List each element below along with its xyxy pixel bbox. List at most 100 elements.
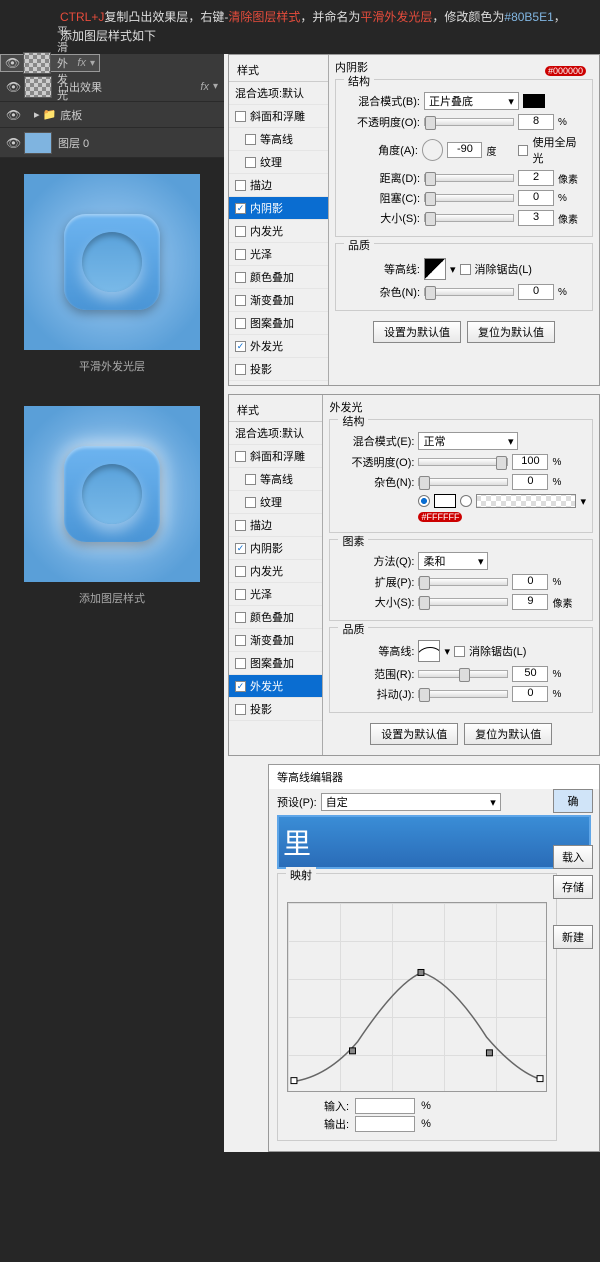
style-item-8[interactable]: 渐变叠加 bbox=[229, 289, 328, 312]
style-checkbox[interactable] bbox=[245, 497, 256, 508]
blend-mode-select[interactable]: 正片叠底▾ bbox=[424, 92, 519, 110]
gradient-picker[interactable] bbox=[476, 494, 576, 508]
noise-slider[interactable] bbox=[424, 288, 514, 296]
input-value[interactable] bbox=[355, 1098, 415, 1114]
angle-dial[interactable] bbox=[422, 139, 443, 161]
style-checkbox[interactable] bbox=[235, 318, 246, 329]
expand-icon[interactable]: ▾ bbox=[90, 58, 95, 69]
ok-button[interactable]: 确 bbox=[553, 789, 593, 813]
style-checkbox[interactable] bbox=[235, 589, 246, 600]
style-checkbox[interactable] bbox=[235, 111, 246, 122]
style-item-5[interactable]: 内发光 bbox=[229, 560, 322, 583]
style-checkbox[interactable] bbox=[235, 249, 246, 260]
distance-input[interactable]: 2 bbox=[518, 170, 554, 186]
antialias-checkbox[interactable] bbox=[460, 264, 471, 275]
style-checkbox[interactable] bbox=[235, 635, 246, 646]
opacity-slider[interactable] bbox=[424, 118, 514, 126]
choke-input[interactable]: 0 bbox=[518, 190, 554, 206]
contour-picker[interactable] bbox=[424, 258, 446, 280]
style-checkbox[interactable]: ✓ bbox=[235, 543, 246, 554]
output-value[interactable] bbox=[355, 1116, 415, 1132]
save-button[interactable]: 存储 bbox=[553, 875, 593, 899]
layer-row[interactable]: 👁 凸出效果 fx ▾ bbox=[0, 72, 224, 102]
style-item-8[interactable]: 渐变叠加 bbox=[229, 629, 322, 652]
opacity-input[interactable]: 100 bbox=[512, 454, 548, 470]
style-item-5[interactable]: 内发光 bbox=[229, 220, 328, 243]
noise-input[interactable]: 0 bbox=[518, 284, 554, 300]
size-slider[interactable] bbox=[424, 214, 514, 222]
range-input[interactable]: 50 bbox=[512, 666, 548, 682]
style-item-3[interactable]: 描边 bbox=[229, 174, 328, 197]
style-item-4[interactable]: ✓内阴影 bbox=[229, 197, 328, 220]
jitter-slider[interactable] bbox=[418, 690, 508, 698]
size-input[interactable]: 9 bbox=[512, 594, 548, 610]
style-item-9[interactable]: 图案叠加 bbox=[229, 652, 322, 675]
style-item-7[interactable]: 颜色叠加 bbox=[229, 266, 328, 289]
blending-options[interactable]: 混合选项:默认 bbox=[229, 82, 328, 105]
gradient-radio[interactable] bbox=[460, 495, 472, 507]
opacity-input[interactable]: 8 bbox=[518, 114, 554, 130]
distance-slider[interactable] bbox=[424, 174, 514, 182]
global-light-checkbox[interactable] bbox=[518, 145, 529, 156]
style-item-4[interactable]: ✓内阴影 bbox=[229, 537, 322, 560]
style-checkbox[interactable] bbox=[235, 180, 246, 191]
blend-mode-select[interactable]: 正常▾ bbox=[418, 432, 518, 450]
layer-folder[interactable]: 👁 ▸ 📁 底板 bbox=[0, 102, 224, 128]
style-checkbox[interactable] bbox=[235, 451, 246, 462]
style-checkbox[interactable]: ✓ bbox=[235, 681, 246, 692]
color-radio[interactable] bbox=[418, 495, 430, 507]
style-item-0[interactable]: 斜面和浮雕 bbox=[229, 105, 328, 128]
blending-options[interactable]: 混合选项:默认 bbox=[229, 422, 322, 445]
style-checkbox[interactable] bbox=[235, 295, 246, 306]
style-item-6[interactable]: 光泽 bbox=[229, 583, 322, 606]
load-button[interactable]: 载入 bbox=[553, 845, 593, 869]
style-checkbox[interactable] bbox=[235, 520, 246, 531]
style-checkbox[interactable] bbox=[245, 134, 256, 145]
style-item-11[interactable]: 投影 bbox=[229, 358, 328, 381]
style-checkbox[interactable] bbox=[235, 704, 246, 715]
style-item-7[interactable]: 颜色叠加 bbox=[229, 606, 322, 629]
expand-icon[interactable]: ▾ bbox=[213, 81, 218, 92]
noise-input[interactable]: 0 bbox=[512, 474, 548, 490]
style-item-10[interactable]: ✓外发光 bbox=[229, 335, 328, 358]
color-swatch[interactable] bbox=[523, 94, 545, 108]
visibility-icon[interactable]: 👁 bbox=[6, 80, 24, 94]
style-item-11[interactable]: 投影 bbox=[229, 698, 322, 721]
new-button[interactable]: 新建 bbox=[553, 925, 593, 949]
style-item-2[interactable]: 纹理 bbox=[229, 491, 322, 514]
size-input[interactable]: 3 bbox=[518, 210, 554, 226]
range-slider[interactable] bbox=[418, 670, 508, 678]
visibility-icon[interactable]: 👁 bbox=[6, 108, 24, 122]
set-default-button[interactable]: 设置为默认值 bbox=[373, 321, 461, 343]
glow-color-swatch[interactable] bbox=[434, 494, 456, 508]
style-item-6[interactable]: 光泽 bbox=[229, 243, 328, 266]
jitter-input[interactable]: 0 bbox=[512, 686, 548, 702]
style-item-3[interactable]: 描边 bbox=[229, 514, 322, 537]
layer-row[interactable]: 👁 图层 0 bbox=[0, 128, 224, 158]
noise-slider[interactable] bbox=[418, 478, 508, 486]
choke-slider[interactable] bbox=[424, 194, 514, 202]
visibility-icon[interactable]: 👁 bbox=[5, 56, 23, 70]
style-item-2[interactable]: 纹理 bbox=[229, 151, 328, 174]
style-item-1[interactable]: 等高线 bbox=[229, 128, 328, 151]
style-checkbox[interactable] bbox=[235, 566, 246, 577]
spread-input[interactable]: 0 bbox=[512, 574, 548, 590]
contour-picker[interactable] bbox=[418, 640, 440, 662]
style-checkbox[interactable] bbox=[235, 658, 246, 669]
layer-row[interactable]: 👁 平滑外发光 fx ▾ bbox=[0, 54, 100, 72]
angle-input[interactable]: -90 bbox=[447, 142, 482, 158]
preset-select[interactable]: 自定▾ bbox=[321, 793, 501, 811]
method-select[interactable]: 柔和▾ bbox=[418, 552, 488, 570]
style-item-0[interactable]: 斜面和浮雕 bbox=[229, 445, 322, 468]
style-checkbox[interactable]: ✓ bbox=[235, 341, 246, 352]
style-checkbox[interactable] bbox=[245, 474, 256, 485]
style-checkbox[interactable] bbox=[235, 364, 246, 375]
style-item-10[interactable]: ✓外发光 bbox=[229, 675, 322, 698]
style-item-9[interactable]: 图案叠加 bbox=[229, 312, 328, 335]
spread-slider[interactable] bbox=[418, 578, 508, 586]
style-checkbox[interactable]: ✓ bbox=[235, 203, 246, 214]
style-checkbox[interactable] bbox=[235, 272, 246, 283]
visibility-icon[interactable]: 👁 bbox=[6, 136, 24, 150]
set-default-button[interactable]: 设置为默认值 bbox=[370, 723, 458, 745]
antialias-checkbox[interactable] bbox=[454, 646, 465, 657]
